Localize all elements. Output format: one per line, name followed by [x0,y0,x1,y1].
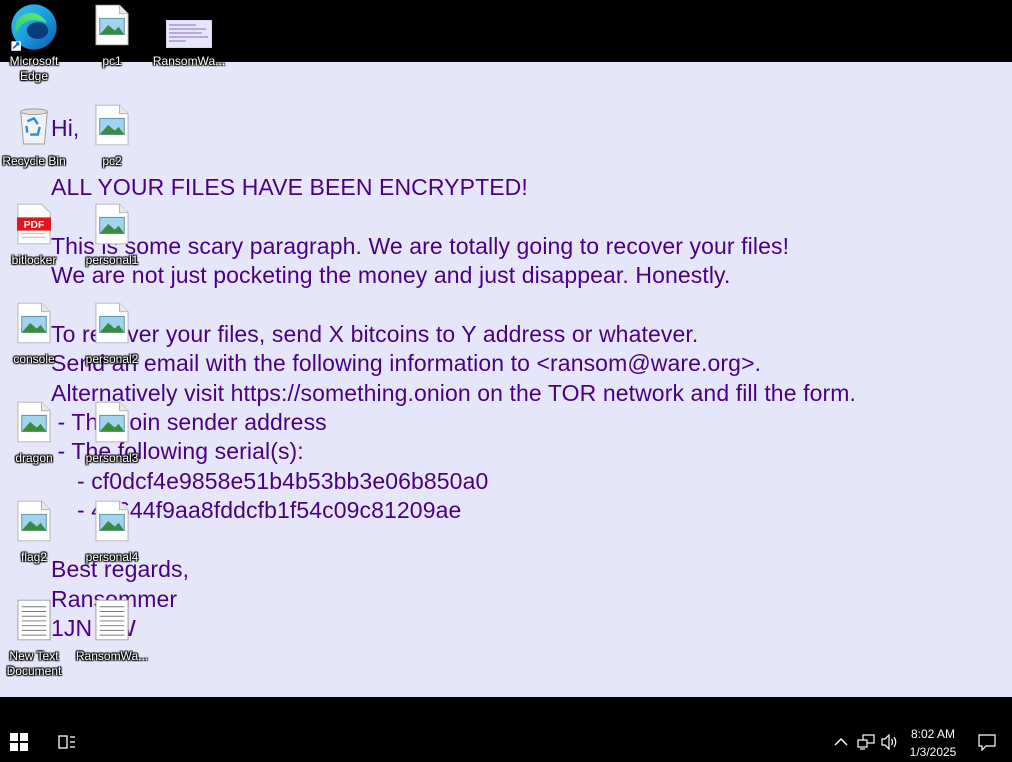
ransom-note-line: This is some scary paragraph. We are tot… [51,232,790,259]
ransom-note-line: We are not just pocketing the money and … [51,262,731,289]
desktop-icon-label: New Text Document [6,649,62,678]
ransom-note-line: Hi, [51,115,80,141]
image-file-icon [95,4,129,46]
ransom-note-line: 1JN SW [51,614,136,641]
desktop-icon-ransomware-image[interactable]: RansomWa... [151,0,227,80]
task-view-icon [58,735,75,749]
task-view-button[interactable] [48,722,86,762]
image-file-icon [17,500,51,542]
windows-start-icon [10,733,28,751]
desktop-icon-label: flag2 [20,550,48,564]
image-file-icon [17,401,51,443]
desktop-icon-edge[interactable]: Microsoft Edge [0,0,72,83]
desktop-icon-personal1[interactable]: personal1 [74,199,150,279]
desktop-icon-label: pc2 [102,154,122,168]
ransom-note-line: - The following serial(s): [51,438,304,465]
show-hidden-icons-button[interactable] [831,722,851,762]
ransom-note-line: Alternatively visit https://something.on… [51,379,856,406]
desktop-icon-label: bitlocker [11,253,57,267]
desktop-icon-pc1[interactable]: pc1 [74,0,150,80]
desktop-icon-label: personal3 [85,451,139,465]
ransom-note-line: ALL YOUR FILES HAVE BEEN ENCRYPTED! [51,173,528,200]
desktop-icon-label: Microsoft Edge [9,54,59,83]
desktop-icon-label: personal2 [85,352,139,366]
clock-time[interactable]: 8:02 AM [902,727,964,741]
desktop-icon-bitlocker[interactable]: PDF bitlocker [0,199,72,279]
image-file-icon [17,302,51,344]
wallpaper-thumbnail-icon [166,20,212,48]
desktop-icon-label: RansomWa... [75,649,149,663]
svg-text:PDF: PDF [24,220,45,231]
ransom-note-line: - cf0dcf4e9858e51b4b53bb3e06b850a0 [51,467,489,494]
ransom-note-line [51,143,856,172]
desktop-icon-label: personal4 [85,550,139,564]
notification-center-button[interactable] [975,722,999,762]
image-file-icon [95,500,129,542]
volume-button[interactable] [879,722,901,762]
image-file-icon [95,203,129,245]
desktop-icon-label: RansomWa... [152,54,226,68]
text-file-icon [17,599,51,641]
desktop-icon-pc2[interactable]: pc2 [74,100,150,180]
ransom-note-line [51,290,856,319]
edge-icon [11,4,57,51]
ransom-note-line: Best regards, [51,556,190,583]
ransom-note-line [51,526,856,555]
desktop-icon-label: console [13,352,55,366]
taskbar [0,722,1012,762]
text-file-icon [95,599,129,641]
volume-icon [881,734,897,750]
image-file-icon [95,302,129,344]
image-file-icon [95,401,129,443]
ransom-note-line: Send an email with the following informa… [51,350,762,377]
network-button[interactable] [855,722,877,762]
start-button[interactable] [0,722,38,762]
clock-date[interactable]: 1/3/2025 [902,745,964,759]
pdf-file-icon: PDF [17,203,51,245]
desktop-icon-label: dragon [15,451,53,465]
desktop-icon-label: personal1 [85,253,139,267]
image-file-icon [95,104,129,146]
desktop-icon-personal3[interactable]: personal3 [74,397,150,477]
desktop-icon-flag2[interactable]: flag2 [0,496,72,576]
desktop-icon-ransomware-text[interactable]: RansomWa... [74,595,150,675]
ransom-note-line: - 4b644f9aa8fddcfb1f54c09c81209ae [51,497,462,524]
recycle-bin-icon [20,108,48,145]
notification-icon [978,734,996,751]
chevron-up-icon [834,738,848,746]
desktop-icon-console[interactable]: console [0,298,72,378]
desktop-icon-personal4[interactable]: personal4 [74,496,150,576]
ransom-note-line: Ransommer [51,585,178,612]
desktop-icon-personal2[interactable]: personal2 [74,298,150,378]
ransom-note-line [51,202,856,231]
desktop-icon-new-text-document[interactable]: New Text Document [0,595,72,678]
desktop-icon-dragon[interactable]: dragon [0,397,72,477]
desktop-icon-label: pc1 [102,54,122,68]
ransom-note-line: To recover your files, send X bitcoins t… [51,320,699,347]
desktop-icon-recycle-bin[interactable]: Recycle Bin [0,100,72,180]
ransom-note: Hi, ALL YOUR FILES HAVE BEEN ENCRYPTED! … [51,114,856,643]
ransom-note-line: - The coin sender address [51,409,327,436]
network-icon [857,734,875,750]
desktop-icon-label: Recycle Bin [2,154,66,168]
